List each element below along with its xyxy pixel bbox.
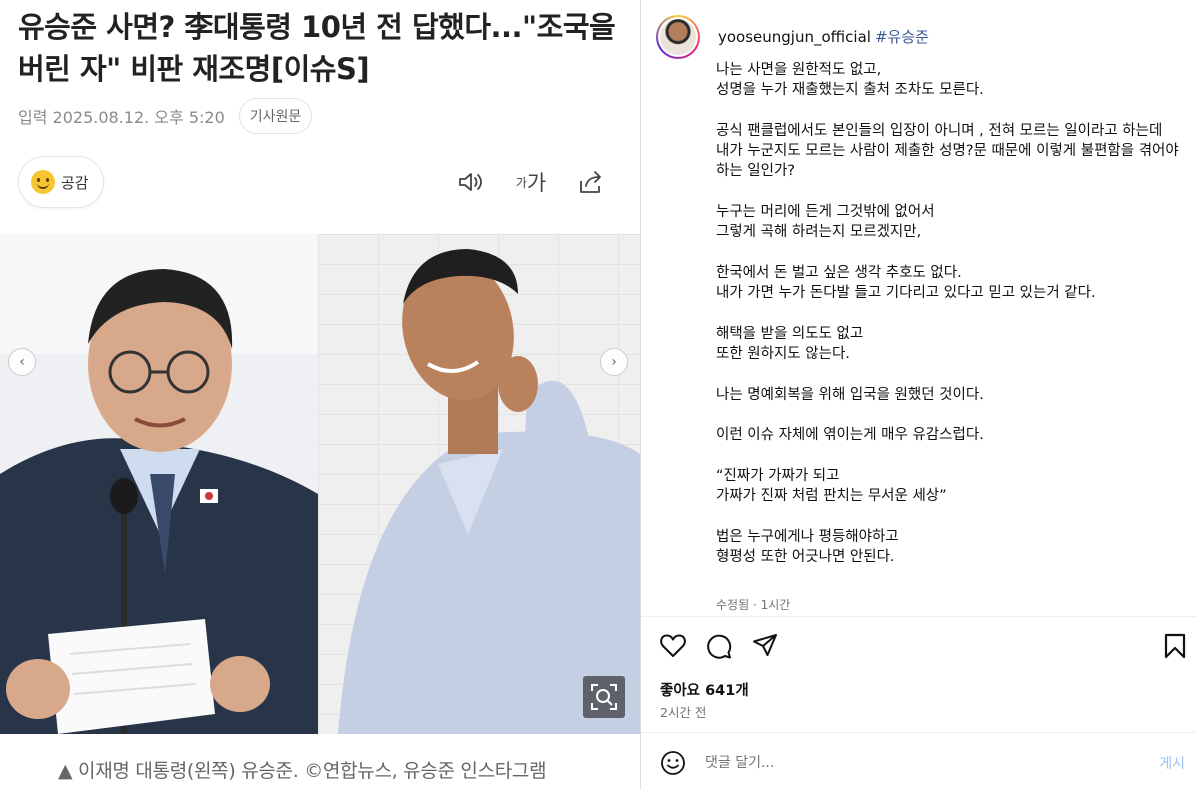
caption-line: 내가 누군지도 모르는 사람이 제출한 성명?문 때문에 이렇게 불편함을 겪어… xyxy=(716,143,1179,180)
reaction-label: 공감 xyxy=(61,173,89,192)
article-meta: 입력 2025.08.12. 오후 5:20 기사원문 xyxy=(18,98,313,134)
news-article: 유승준 사면? 李대통령 10년 전 답했다..."조국을 버린 자" 비판 재… xyxy=(0,0,640,789)
send-icon[interactable] xyxy=(751,632,779,660)
font-size-button[interactable]: 가가 xyxy=(516,168,546,196)
caption-line: 그렇게 곡해 하려는지 모르겠지만, xyxy=(716,224,922,241)
post-time[interactable]: 2시간 전 xyxy=(660,702,706,721)
article-toolbar: 가가 xyxy=(456,168,606,196)
article-headline: 유승준 사면? 李대통령 10년 전 답했다..."조국을 버린 자" 비판 재… xyxy=(18,10,616,86)
edited-label: 수정됨 · 1시간 xyxy=(716,598,791,612)
divider xyxy=(641,732,1196,733)
caption-line: 한국에서 돈 벌고 싶은 생각 추호도 없다. xyxy=(716,264,962,281)
photo-right-person xyxy=(318,234,640,734)
font-size-small-label: 가 xyxy=(515,175,527,190)
caption-line: 공식 팬클럽에서도 본인들의 입장이 아니며 , 전혀 모르는 일이라고 하는데 xyxy=(716,122,1163,139)
likes-count[interactable]: 좋아요 641개 xyxy=(660,679,749,700)
emoji-icon[interactable] xyxy=(659,749,687,777)
font-size-large-label: 가 xyxy=(526,171,547,195)
caption-line xyxy=(716,364,1186,384)
caption-line: 나는 명예회복을 위해 입국을 원했던 것이다. xyxy=(716,386,984,403)
smile-icon xyxy=(31,170,55,194)
caption-line: 내가 가면 누가 돈다발 들고 기다리고 있다고 믿고 있는거 같다. xyxy=(716,285,1096,302)
post-comment-button[interactable]: 게시 xyxy=(1159,753,1185,773)
caption-line: 형평성 또한 어긋나면 안된다. xyxy=(716,549,895,566)
caption-line xyxy=(716,304,1186,324)
caption-line xyxy=(716,507,1186,527)
caption-line: 가짜가 진짜 처럼 판치는 무서운 세상” xyxy=(716,488,947,505)
share-icon[interactable] xyxy=(576,168,606,196)
avatar[interactable] xyxy=(656,15,700,59)
caption-line: 이런 이슈 자체에 엮이는게 매우 유감스럽다. xyxy=(716,427,984,444)
caption-line: 나는 사면을 원한적도 없고, xyxy=(716,62,882,78)
article-photo xyxy=(0,234,640,734)
post-actions xyxy=(659,632,779,660)
avatar-image xyxy=(660,19,696,55)
caption-line: 성명을 누가 재출했는지 출처 조차도 모른다. xyxy=(716,82,984,99)
post-caption: 나는 사면을 원한적도 없고, 성명을 누가 재출했는지 출처 조차도 모른다. 공… xyxy=(716,60,1186,567)
article-date: 입력 2025.08.12. 오후 5:20 xyxy=(18,108,225,127)
comment-bar: 게시 xyxy=(659,748,1185,778)
post-header: yooseungjun_official #유승준 xyxy=(656,15,929,59)
photo-left-person xyxy=(0,234,318,734)
comment-icon[interactable] xyxy=(705,632,733,660)
username-link[interactable]: yooseungjun_official xyxy=(718,28,871,46)
caption-line: 해택을 받을 의도도 없고 xyxy=(716,325,864,342)
zoom-icon xyxy=(591,684,617,710)
original-article-button[interactable]: 기사원문 xyxy=(238,98,313,134)
speaker-icon[interactable] xyxy=(456,168,486,196)
caption-line xyxy=(716,182,1186,202)
caption-line: “진짜가 가짜가 되고 xyxy=(716,467,840,484)
zoom-image-button[interactable] xyxy=(583,676,625,718)
reaction-button[interactable]: 공감 xyxy=(18,156,104,208)
caption-line xyxy=(716,101,1186,121)
bookmark-icon[interactable] xyxy=(1161,632,1189,660)
caption-line xyxy=(716,243,1186,263)
hashtag-link[interactable]: #유승준 xyxy=(875,28,929,46)
carousel-prev-button[interactable]: ‹ xyxy=(8,348,36,376)
caption-line: 누구는 머리에 든게 그것밖에 없어서 xyxy=(716,204,935,221)
caption-line: 법은 누구에게나 평등해야하고 xyxy=(716,528,899,545)
photo-caption: ▲ 이재명 대통령(왼쪽) 유승준. ©연합뉴스, 유승준 인스타그램 xyxy=(58,760,547,782)
instagram-post-panel: yooseungjun_official #유승준 나는 사면을 원한적도 없고,… xyxy=(640,0,1196,789)
caption-line: 또한 원하지도 않는다. xyxy=(716,346,850,363)
caption-line xyxy=(716,446,1186,466)
carousel-next-button[interactable]: › xyxy=(600,348,628,376)
heart-icon[interactable] xyxy=(659,632,687,660)
divider xyxy=(641,616,1196,617)
comment-input[interactable] xyxy=(705,755,1160,771)
caption-line xyxy=(716,405,1186,425)
